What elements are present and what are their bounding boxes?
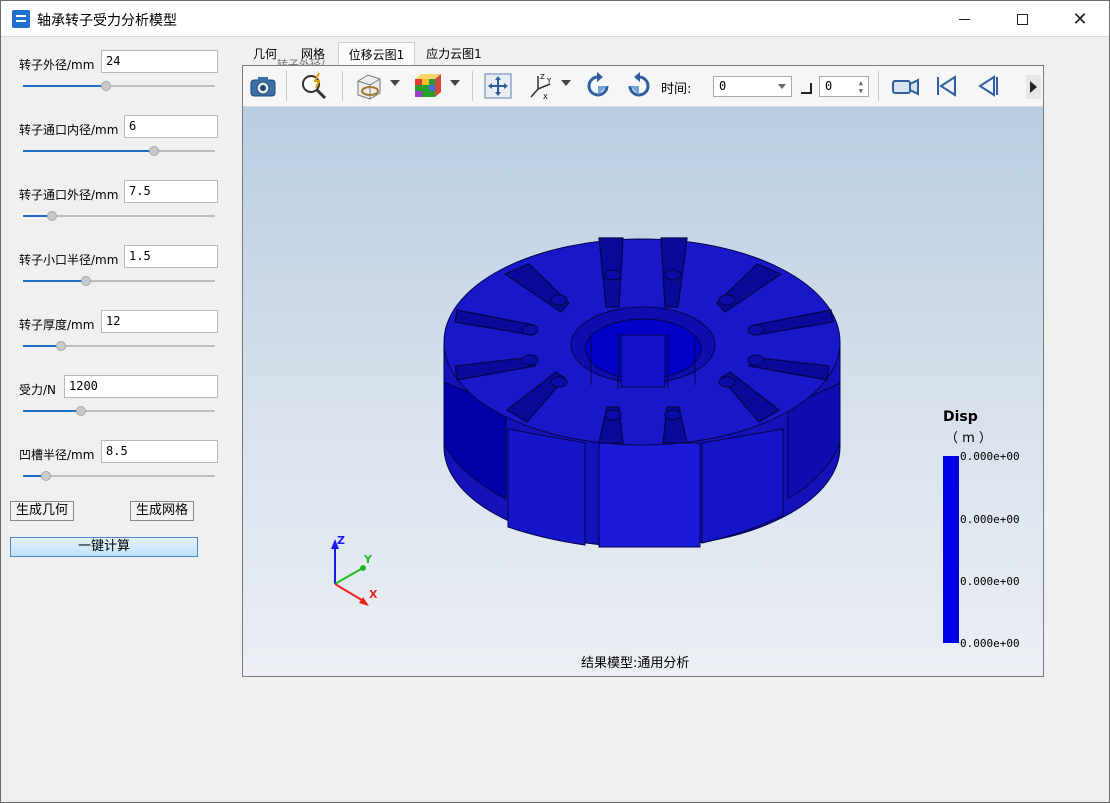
viewport-toolbar: Z Y X 时间: 0 0 ▲ ▼ [243,66,1043,107]
step-spinbox[interactable]: 0 ▲ ▼ [819,76,869,97]
outer-diameter-slider[interactable] [23,79,215,93]
chevron-down-icon[interactable] [390,80,400,86]
generate-mesh-button[interactable]: 生成网格 [130,501,194,521]
thickness-label: 转子厚度/mm [19,318,95,332]
time-value: 0 [719,79,727,93]
minimize-icon [958,18,970,20]
minimize-button[interactable] [935,1,993,37]
slider-thumb[interactable] [41,471,51,481]
outer-diameter-label: 转子外径/mm [19,58,95,72]
inner-port-diameter-input[interactable]: 6 [124,115,218,138]
groove-radius-slider[interactable] [23,469,215,483]
zoom-fit-icon[interactable] [299,71,329,101]
svg-text:Z: Z [540,73,545,81]
axes-orientation-icon[interactable]: Z Y X [525,71,555,101]
rotate-left-icon[interactable] [624,71,654,101]
slider-thumb[interactable] [81,276,91,286]
window-title: 轴承转子受力分析模型 [37,13,177,29]
y-axis-label: Y [364,553,372,566]
result-model-caption: 结果模型:通用分析 [581,656,690,671]
close-icon: ✕ [1072,8,1088,30]
inner-port-diameter-slider[interactable] [23,144,215,158]
tab-stress-contour[interactable]: 应力云图1 [419,42,489,66]
z-axis-label: Z [337,534,345,547]
3d-scene[interactable]: Z Y X Disp （ m ） 0.000e+00 0.000e+00 0.0… [243,107,1043,676]
color-map-icon[interactable] [411,71,441,101]
slider-fill [23,410,81,412]
inner-port-diameter-label: 转子通口内径/mm [19,123,119,137]
app-icon [12,10,30,28]
slider-fill [23,150,154,152]
groove-radius-input[interactable]: 8.5 [101,440,218,463]
small-port-radius-slider[interactable] [23,274,215,288]
chevron-down-icon[interactable] [450,80,460,86]
rotate-right-icon[interactable] [583,71,613,101]
result-viewport[interactable]: Z Y X 时间: 0 0 ▲ ▼ Z Y X Disp （ m ） 0.000… [242,65,1044,677]
generate-geometry-button[interactable]: 生成几何 [10,501,74,521]
slider-thumb[interactable] [56,341,66,351]
step-value: 0 [825,79,833,93]
chevron-down-icon[interactable] [561,80,571,86]
legend-unit: （ m ） [945,431,992,446]
outer-diameter-input[interactable]: 24 [101,50,218,73]
fit-view-icon[interactable] [483,71,513,101]
display-mode-icon[interactable] [353,71,383,101]
app-window: 轴承转子受力分析模型 ✕ 转子外径/mm 24 转子通口内径/mm 6 转子通口… [0,0,1110,803]
close-button[interactable]: ✕ [1051,1,1109,37]
rotor-body [443,237,841,548]
groove-radius-label: 凹槽半径/mm [19,448,95,462]
force-input[interactable]: 1200 [64,375,218,398]
legend-tick: 0.000e+00 [960,450,1020,463]
title-bar: 轴承转子受力分析模型 ✕ [1,1,1109,37]
legend-tick: 0.000e+00 [960,575,1020,588]
x-axis-label: X [369,588,378,601]
outer-port-diameter-slider[interactable] [23,209,215,223]
axis-triad [331,539,369,606]
chevron-down-icon [778,84,786,89]
slider-thumb[interactable] [101,81,111,91]
slider-fill [23,85,106,87]
thickness-slider[interactable] [23,339,215,353]
step-back-icon[interactable] [972,71,1002,101]
video-record-icon[interactable] [890,71,920,101]
maximize-icon [1016,13,1028,25]
slider-thumb[interactable] [76,406,86,416]
rotor-model[interactable] [243,107,1043,676]
slider-fill [23,280,86,282]
slider-thumb[interactable] [47,211,57,221]
camera-icon[interactable] [248,71,278,101]
toolbar-more-icon[interactable] [1026,75,1041,99]
time-select[interactable]: 0 [713,76,792,97]
step-icon [801,83,812,94]
legend-color-bar [943,456,959,643]
svg-text:Y: Y [546,77,552,85]
tab-displacement-contour[interactable]: 位移云图1 [338,42,415,66]
skip-to-start-icon[interactable] [931,71,961,101]
spin-arrows-icon[interactable]: ▲ ▼ [859,79,863,95]
outer-port-diameter-label: 转子通口外径/mm [19,188,119,202]
maximize-button[interactable] [993,1,1051,37]
one-click-compute-button[interactable]: 一键计算 [10,537,198,557]
legend-title: Disp [943,409,978,425]
slider-thumb[interactable] [149,146,159,156]
legend-tick: 0.000e+00 [960,637,1020,650]
outer-port-diameter-input[interactable]: 7.5 [124,180,218,203]
force-slider[interactable] [23,404,215,418]
small-port-radius-input[interactable]: 1.5 [124,245,218,268]
small-port-radius-label: 转子小口半径/mm [19,253,119,267]
time-label: 时间: [661,82,692,97]
svg-text:X: X [543,93,548,101]
force-label: 受力/N [19,383,57,397]
thickness-input[interactable]: 12 [101,310,218,333]
legend-tick: 0.000e+00 [960,513,1020,526]
